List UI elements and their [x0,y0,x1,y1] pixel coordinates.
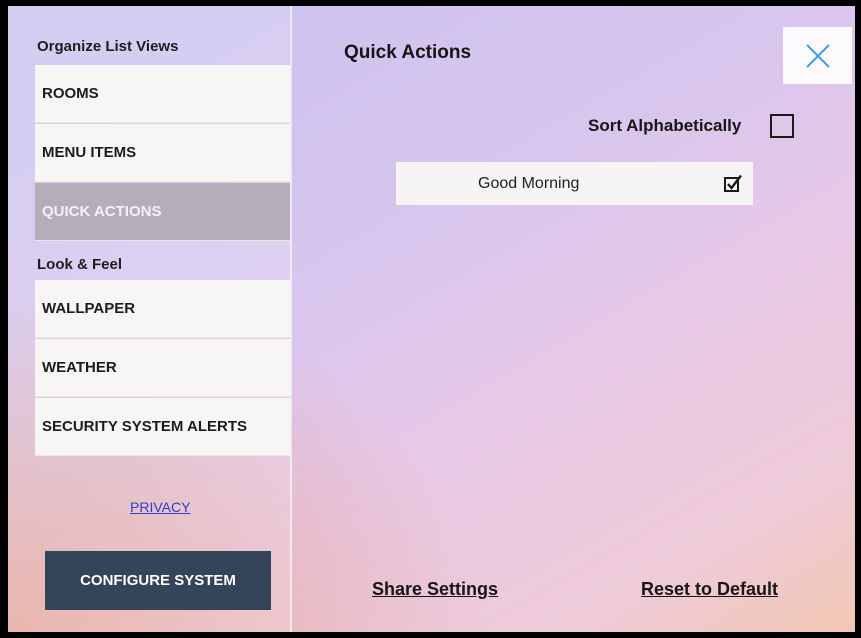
checkbox-checked-icon[interactable] [724,174,743,193]
privacy-link[interactable]: PRIVACY [130,499,190,515]
configure-system-button[interactable]: CONFIGURE SYSTEM [45,551,271,610]
sidebar-item-quick-actions[interactable]: QUICK ACTIONS [35,183,290,241]
reset-to-default-link[interactable]: Reset to Default [641,579,778,600]
sidebar-divider [290,6,292,632]
quick-action-label: Good Morning [478,174,580,192]
sidebar: Organize List Views ROOMS MENU ITEMS QUI… [8,6,291,632]
section-look-and-feel: Look & Feel [37,256,123,273]
settings-panel: Organize List Views ROOMS MENU ITEMS QUI… [8,6,855,632]
sidebar-item-label: MENU ITEMS [42,144,137,161]
sidebar-item-label: WEATHER [42,359,117,376]
section-organize-list-views: Organize List Views [37,38,179,55]
page-title: Quick Actions [344,42,472,63]
sort-alphabetically-checkbox[interactable] [770,114,795,138]
close-icon [805,43,830,68]
sidebar-item-wallpaper[interactable]: WALLPAPER [35,280,290,338]
sort-alphabetically-row: Sort Alphabetically [588,112,795,140]
sidebar-item-weather[interactable]: WEATHER [35,339,290,397]
sidebar-item-rooms[interactable]: ROOMS [35,65,290,123]
sidebar-item-menu-items[interactable]: MENU ITEMS [35,124,290,182]
sidebar-item-label: QUICK ACTIONS [42,203,162,220]
sidebar-item-label: WALLPAPER [42,300,136,317]
sidebar-item-label: SECURITY SYSTEM ALERTS [42,418,248,435]
sidebar-item-label: ROOMS [42,85,99,102]
close-button[interactable] [783,27,852,84]
sidebar-item-security-system-alerts[interactable]: SECURITY SYSTEM ALERTS [35,398,290,456]
share-settings-link[interactable]: Share Settings [372,579,498,600]
sort-alphabetically-label: Sort Alphabetically [588,116,742,135]
quick-action-item[interactable]: Good Morning [396,162,753,205]
